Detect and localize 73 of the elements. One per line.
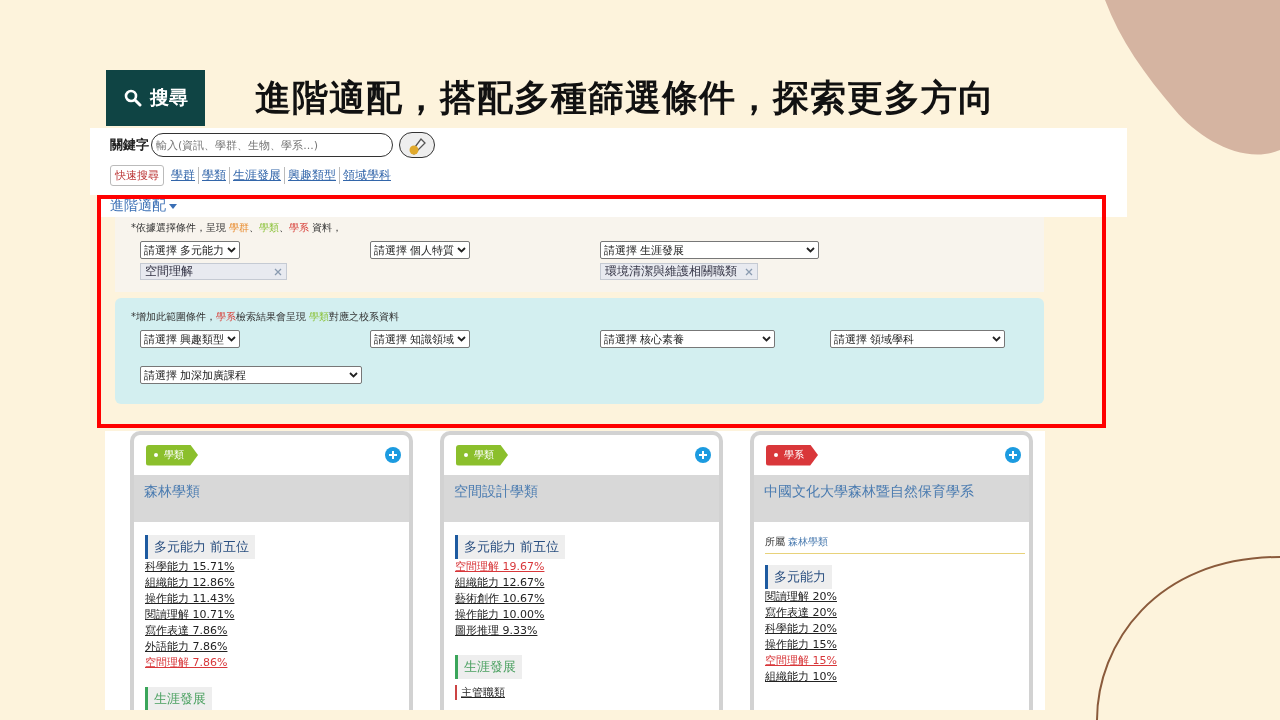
field-label: 關鍵字 <box>110 136 149 154</box>
ability-link[interactable]: 組織能力 12.86% <box>145 575 235 591</box>
category-tag: 學類 <box>146 444 198 466</box>
search-field[interactable]: 輸入(資訊、學群、生物、學系...) <box>151 133 393 157</box>
category-link[interactable]: 領域學科 <box>339 167 394 184</box>
add-button[interactable] <box>1005 447 1021 463</box>
caret-icon <box>169 203 177 209</box>
section-heading: 生涯發展 <box>455 655 522 679</box>
add-button[interactable] <box>385 447 401 463</box>
plus-icon <box>1005 447 1021 463</box>
plus-icon <box>385 447 401 463</box>
ability-link[interactable]: 圖形推理 9.33% <box>455 623 538 639</box>
ability-link[interactable]: 外語能力 7.86% <box>145 639 228 655</box>
plus-icon <box>695 447 711 463</box>
ability-link[interactable]: 操作能力 11.43% <box>145 591 235 607</box>
dropdown[interactable]: 請選擇 核心素養 <box>600 330 775 348</box>
ability-link[interactable]: 空間理解 7.86% <box>145 655 228 671</box>
slide-title: 進階適配，搭配多種篩選條件，探索更多方向 <box>255 75 995 120</box>
chevron-icon <box>806 247 815 253</box>
selected-tag: 環境清潔與維護相關職類 <box>600 263 758 280</box>
dropdown[interactable]: 請選擇 個人特質 <box>370 241 470 259</box>
category-link[interactable]: 學類 <box>198 167 229 184</box>
category-tag: 學系 <box>766 444 818 466</box>
chevron-icon <box>227 247 236 253</box>
dropdown[interactable]: 請選擇 加深加廣課程 <box>140 366 362 384</box>
ability-link[interactable]: 閱讀理解 10.71% <box>145 607 235 623</box>
ability-link[interactable]: 寫作表達 20% <box>765 605 837 621</box>
card-title: 中國文化大學森林暨自然保育學系 <box>764 483 975 501</box>
ability-link[interactable]: 空間理解 15% <box>765 653 837 669</box>
section-heading: 生涯發展 <box>145 687 212 710</box>
section-heading: 多元能力 前五位 <box>455 535 566 559</box>
ability-link[interactable]: 寫作表達 7.86% <box>145 623 228 639</box>
chevron-icon <box>457 247 466 253</box>
filter-note: *增加此範圍條件，學系檢索結果會呈現 學類對應之校系資料 <box>131 310 401 324</box>
category-tag: 學類 <box>456 444 508 466</box>
ability-link[interactable]: 科學能力 20% <box>765 621 837 637</box>
ability-link[interactable]: 空間理解 19.67% <box>455 559 545 575</box>
ability-link[interactable]: 組織能力 12.67% <box>455 575 545 591</box>
search-button[interactable]: 搜尋 <box>106 70 205 126</box>
card-title: 空間設計學類 <box>454 483 539 501</box>
remove-icon <box>274 267 282 276</box>
dropdown[interactable]: 請選擇 知識領域 <box>370 330 470 348</box>
chevron-icon <box>227 336 236 342</box>
chevron-icon <box>992 336 1001 342</box>
dropdown[interactable]: 請選擇 生涯發展 <box>600 241 819 259</box>
selected-tag: 空間理解 <box>140 263 287 280</box>
category-link[interactable]: 興趣類型 <box>284 167 339 184</box>
category-link[interactable]: 學群 <box>168 167 198 184</box>
remove-icon <box>745 267 753 276</box>
chevron-icon <box>349 372 358 378</box>
dropdown[interactable]: 請選擇 多元能力 <box>140 241 240 259</box>
ability-link[interactable]: 操作能力 10.00% <box>455 607 545 623</box>
ability-link[interactable]: 科學能力 15.71% <box>145 559 235 575</box>
section-heading: 多元能力 <box>765 565 832 589</box>
add-button[interactable] <box>695 447 711 463</box>
dropdown[interactable]: 請選擇 興趣類型 <box>140 330 240 348</box>
search-button[interactable] <box>399 132 435 158</box>
ability-link[interactable]: 閱讀理解 20% <box>765 589 837 605</box>
dropdown[interactable]: 請選擇 領域學科 <box>830 330 1005 348</box>
category-link[interactable]: 生涯發展 <box>229 167 284 184</box>
section-heading: 多元能力 前五位 <box>145 535 256 559</box>
chevron-icon <box>762 336 771 342</box>
chevron-icon <box>457 336 466 342</box>
career-link[interactable]: 主管職類 <box>455 685 505 700</box>
ability-link[interactable]: 操作能力 15% <box>765 637 837 653</box>
card-title: 森林學類 <box>144 483 201 501</box>
ability-link[interactable]: 藝術創作 10.67% <box>455 591 545 607</box>
quick-search-button[interactable]: 快速搜尋 <box>110 165 164 186</box>
filter-note: *依據選擇條件，呈現 學群、學類、學系 資料， <box>131 221 344 235</box>
category-link[interactable]: 森林學類 <box>788 535 828 549</box>
search-icon <box>123 89 142 107</box>
field-label: 所屬 <box>765 535 785 549</box>
ability-link[interactable]: 組織能力 10% <box>765 669 837 685</box>
